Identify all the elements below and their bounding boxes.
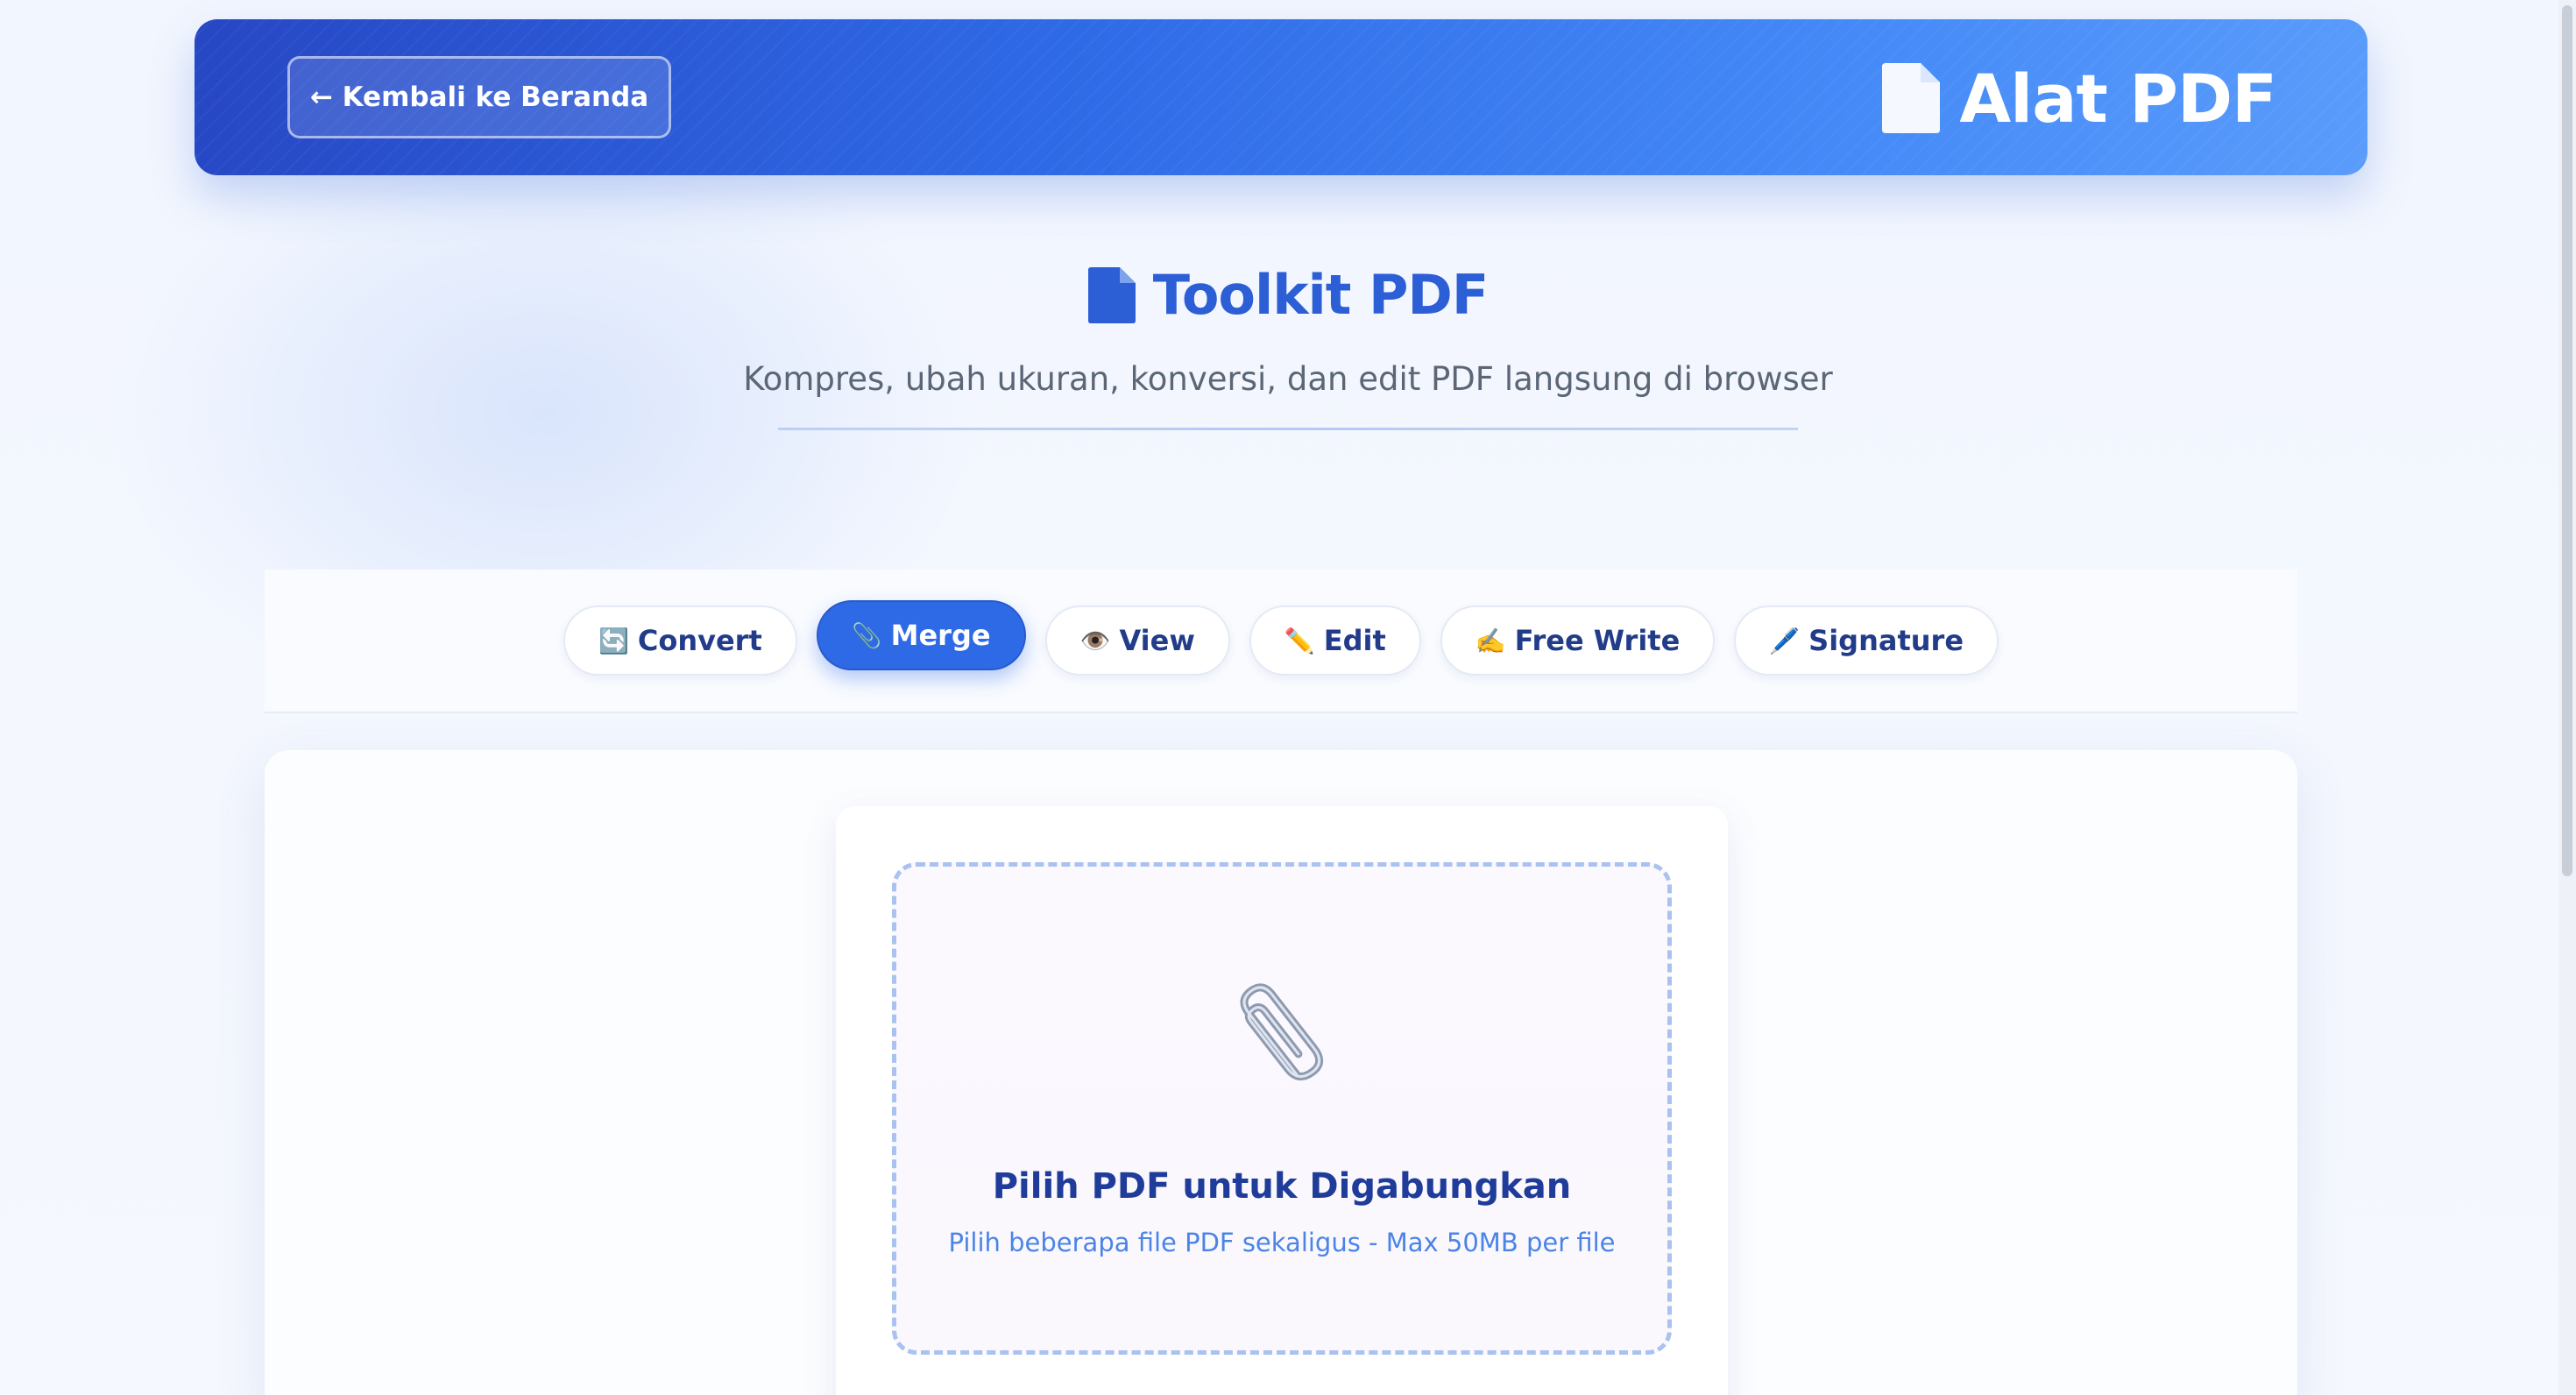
brand-title: Alat PDF [1959,59,2277,138]
refresh-icon: 🔄 [598,626,629,655]
paperclip-icon: 📎 [851,620,882,650]
tab-label: Edit [1323,624,1386,657]
eye-icon: 👁️ [1079,626,1111,655]
upload-card: Pilih PDF untuk Digabungkan Pilih bebera… [836,806,1728,1395]
tool-tabs: 🔄 Convert 📎 Merge 👁️ View ✏️ Edit ✍️ Fre… [265,570,2297,713]
document-icon [1087,266,1136,323]
pencil-icon: ✏️ [1284,626,1315,655]
main-panel: Pilih PDF untuk Digabungkan Pilih bebera… [265,750,2297,1395]
hero-section: Toolkit PDF Kompres, ubah ukuran, konver… [0,263,2576,430]
paperclip-icon [1240,983,1324,1080]
tab-label: Signature [1808,624,1964,657]
tab-free-write[interactable]: ✍️ Free Write [1440,605,1716,676]
scrollbar-thumb[interactable] [2562,5,2572,876]
page-title-text: Toolkit PDF [1152,263,1489,327]
tab-convert[interactable]: 🔄 Convert [563,605,797,676]
page-title: Toolkit PDF [1087,263,1489,327]
document-icon [1882,63,1941,133]
writing-hand-icon: ✍️ [1475,626,1506,655]
tab-merge[interactable]: 📎 Merge [816,600,1026,670]
dropzone-title: Pilih PDF untuk Digabungkan [992,1166,1572,1207]
dropzone-subtitle: Pilih beberapa file PDF sekaligus - Max … [948,1228,1616,1257]
pdf-dropzone[interactable]: Pilih PDF untuk Digabungkan Pilih bebera… [892,862,1672,1355]
tab-edit[interactable]: ✏️ Edit [1249,605,1421,676]
tab-signature[interactable]: 🖊️ Signature [1734,605,1999,676]
tab-label: View [1119,624,1195,657]
tab-label: Merge [890,619,991,652]
back-button-label: ← Kembali ke Beranda [309,81,649,113]
brand: Alat PDF [1882,54,2277,142]
back-to-home-button[interactable]: ← Kembali ke Beranda [287,56,671,138]
app-header: ← Kembali ke Beranda Alat PDF [195,19,2367,175]
tab-view[interactable]: 👁️ View [1044,605,1230,676]
page-subtitle: Kompres, ubah ukuran, konversi, dan edit… [743,360,1833,398]
pen-icon: 🖊️ [1769,626,1801,655]
page-scrollbar[interactable] [2558,0,2576,1395]
tab-label: Convert [637,624,762,657]
title-divider [778,428,1798,430]
tab-label: Free Write [1514,624,1681,657]
